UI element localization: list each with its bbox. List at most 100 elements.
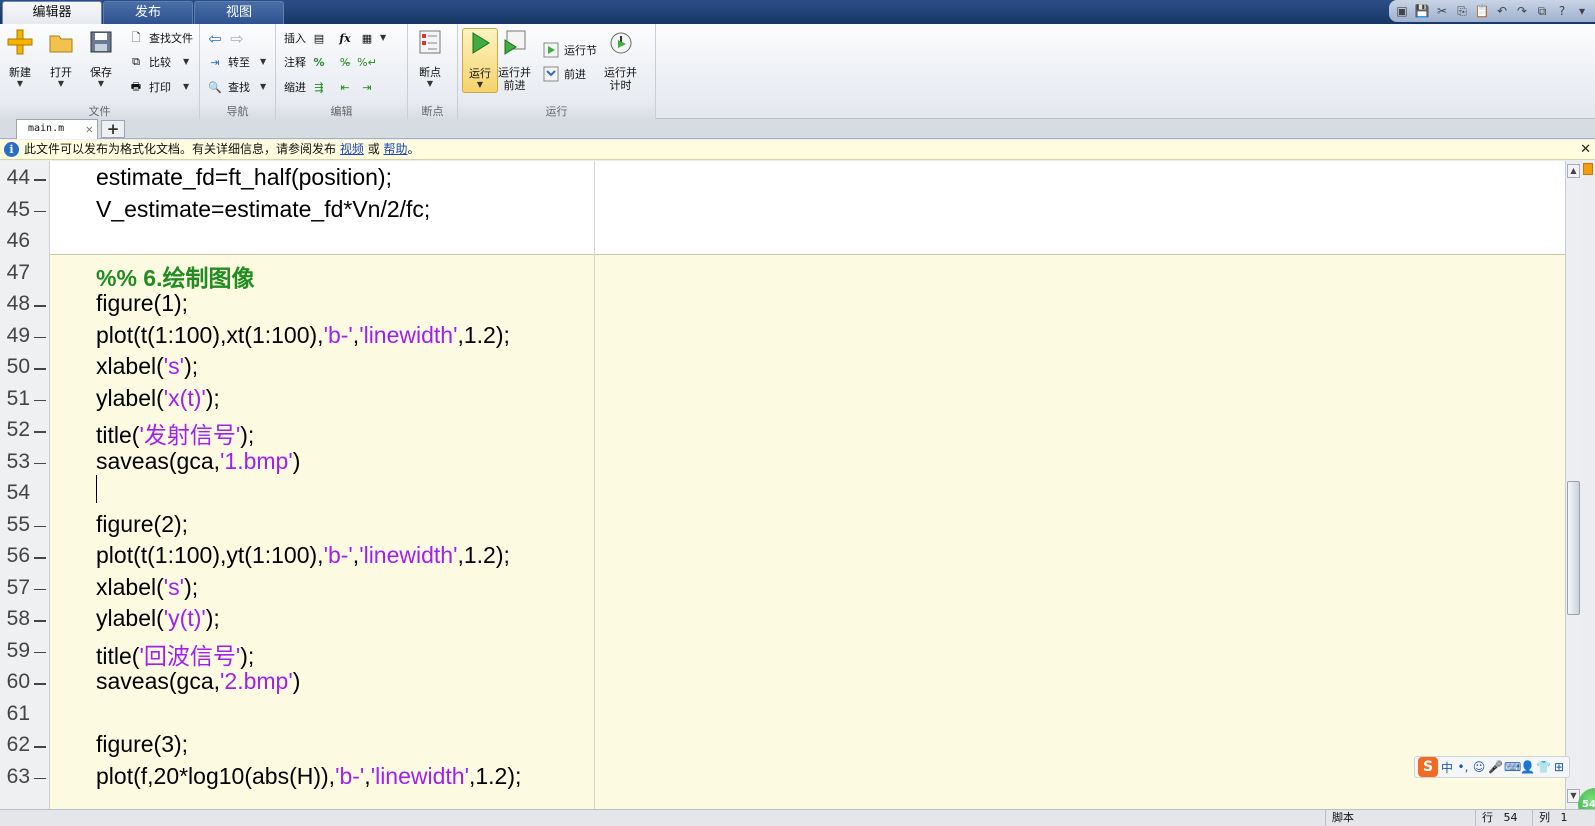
line-number: 49: [6, 323, 30, 347]
run-and-time-button[interactable]: 运行并 计时: [604, 28, 637, 92]
code-line[interactable]: 50 xlabel('s');: [0, 352, 1565, 384]
breakpoints-button[interactable]: 断点 ▼: [416, 28, 444, 89]
scrollbar-thumb[interactable]: [1567, 481, 1580, 615]
indent-button[interactable]: 缩进 ⇶: [284, 77, 328, 97]
paste-icon[interactable]: 📋: [1473, 2, 1491, 20]
wrap-comment-icon[interactable]: %↵: [357, 53, 377, 71]
new-button[interactable]: 新建 ▼: [6, 28, 34, 89]
breakpoint-marker[interactable]: [34, 651, 46, 653]
breakpoint-marker[interactable]: [34, 305, 46, 307]
undo-icon[interactable]: ↶: [1493, 2, 1511, 20]
vertical-scrollbar[interactable]: ▲ ▼: [1565, 161, 1581, 809]
find-files-button[interactable]: 🗋 查找文件: [127, 28, 193, 48]
code-line[interactable]: 59 title('回波信号');: [0, 636, 1565, 669]
redo-icon[interactable]: ↷: [1513, 2, 1531, 20]
layout-icon[interactable]: ▣: [1393, 2, 1411, 20]
help-link[interactable]: 帮助: [384, 142, 408, 156]
breakpoint-marker[interactable]: [34, 683, 46, 685]
scroll-up-arrow-icon[interactable]: ▲: [1567, 164, 1580, 178]
cut-icon[interactable]: ✂: [1433, 2, 1451, 20]
code-analyzer-indicator[interactable]: [1583, 163, 1593, 175]
breakpoint-marker[interactable]: [34, 368, 46, 370]
decrease-indent-icon[interactable]: ⇤: [336, 78, 354, 96]
increase-indent-icon[interactable]: ⇥: [358, 78, 376, 96]
function-browser-icon[interactable]: ▦: [358, 29, 376, 47]
copy-icon[interactable]: ⎘: [1453, 2, 1471, 20]
print-button[interactable]: 🖶 打印 ▼: [127, 77, 189, 97]
code-line[interactable]: 45 V_estimate=estimate_fd*Vn/2/fc;: [0, 195, 1565, 227]
code-line[interactable]: 57 xlabel('s');: [0, 573, 1565, 605]
code-line[interactable]: 51 ylabel('x(t)');: [0, 384, 1565, 416]
code-line[interactable]: 46: [0, 226, 1565, 258]
code-line[interactable]: 52 title('发射信号');: [0, 415, 1565, 448]
breakpoint-marker[interactable]: [34, 620, 46, 622]
forward-arrow-icon[interactable]: ⇨: [228, 29, 246, 48]
string-literal: 'x(t)': [163, 384, 206, 411]
goto-button[interactable]: ⇥ 转至 ▼: [206, 52, 266, 72]
code-line[interactable]: 56 plot(t(1:100),yt(1:100),'b-','linewidt…: [0, 541, 1565, 573]
code-line[interactable]: 49 plot(t(1:100),xt(1:100),'b-','linewidt…: [0, 321, 1565, 353]
breakpoint-marker[interactable]: [34, 588, 46, 590]
code-line[interactable]: 53 saveas(gca,'1.bmp'): [0, 447, 1565, 479]
breakpoint-marker[interactable]: [34, 210, 46, 212]
save-icon[interactable]: 💾: [1413, 2, 1431, 20]
new-tab-button[interactable]: +: [101, 120, 125, 138]
sogou-logo-icon[interactable]: S: [1418, 757, 1438, 777]
code-editor[interactable]: 44 estimate_fd=ft_half(position); 45 V_esti…: [0, 161, 1565, 809]
tab-view[interactable]: 视图: [194, 1, 284, 24]
code-line[interactable]: 62 figure(3);: [0, 730, 1565, 762]
code-line[interactable]: 47 %% 6.绘制图像: [0, 258, 1565, 291]
switch-window-icon[interactable]: ⧉: [1533, 2, 1551, 20]
uncomment-icon[interactable]: %̶: [336, 53, 354, 71]
expand-icon[interactable]: ▾: [1573, 2, 1591, 20]
find-button[interactable]: 🔍 查找 ▼: [206, 77, 266, 97]
fx-button[interactable]: fx ▦ ▼: [336, 28, 386, 48]
ime-user-icon[interactable]: 👤: [1520, 760, 1535, 774]
close-tab-icon[interactable]: ✕: [86, 120, 93, 138]
breakpoint-marker[interactable]: [34, 777, 46, 779]
code-line[interactable]: 44 estimate_fd=ft_half(position);: [0, 163, 1565, 195]
back-forward-buttons[interactable]: ⇦ ⇨: [206, 28, 246, 48]
breakpoint-marker[interactable]: [34, 179, 46, 181]
comment-button[interactable]: 注释%: [284, 52, 328, 72]
breakpoint-marker[interactable]: [34, 525, 46, 527]
comment-tools[interactable]: %̶ %↵: [336, 52, 377, 72]
code-line[interactable]: 48 figure(1);: [0, 289, 1565, 321]
breakpoint-marker[interactable]: [34, 462, 46, 464]
video-link[interactable]: 视频: [340, 142, 364, 156]
insert-button[interactable]: 插入 ▤: [284, 28, 328, 48]
ime-chinese-mode[interactable]: 中: [1440, 759, 1454, 776]
code-line[interactable]: 63 plot(f,20*log10(abs(H)),'b-','linewidt…: [0, 762, 1565, 794]
run-section-button[interactable]: 运行节: [542, 40, 597, 60]
code-line[interactable]: 60 saveas(gca,'2.bmp'): [0, 667, 1565, 699]
open-button[interactable]: 打开 ▼: [47, 28, 75, 89]
compare-button[interactable]: ⧉ 比较 ▼: [127, 52, 189, 72]
code-line[interactable]: 55 figure(2);: [0, 510, 1565, 542]
breakpoint-marker[interactable]: [34, 399, 46, 401]
ime-voice-icon[interactable]: 🎤: [1488, 760, 1503, 774]
help-icon[interactable]: ?: [1553, 2, 1571, 20]
run-button[interactable]: 运行 ▼: [462, 28, 498, 93]
advance-button[interactable]: 前进: [542, 64, 586, 84]
run-and-advance-button[interactable]: 运行并 前进: [498, 28, 531, 92]
save-button[interactable]: 保存 ▼: [87, 28, 115, 89]
breakpoint-marker[interactable]: [34, 336, 46, 338]
tab-editor[interactable]: 编辑器: [2, 1, 102, 24]
file-tab-main[interactable]: main.m ✕: [16, 119, 98, 139]
code-line[interactable]: 61: [0, 699, 1565, 731]
breakpoint-marker[interactable]: [34, 431, 46, 433]
back-arrow-icon[interactable]: ⇦: [206, 29, 224, 48]
code-line[interactable]: 54: [0, 478, 1565, 510]
close-infobar-icon[interactable]: ✕: [1580, 140, 1591, 159]
breakpoint-marker[interactable]: [34, 557, 46, 559]
ime-keyboard-icon[interactable]: ⌨: [1504, 760, 1521, 774]
breakpoint-marker[interactable]: [34, 746, 46, 748]
tab-publish[interactable]: 发布: [103, 1, 193, 24]
ime-skin-icon[interactable]: 👕: [1536, 760, 1551, 774]
code-line[interactable]: 58 ylabel('y(t)');: [0, 604, 1565, 636]
ime-toolbox-icon[interactable]: ⊞: [1552, 760, 1566, 774]
ime-punctuation-icon[interactable]: •,: [1456, 760, 1470, 774]
line-number: 46: [6, 229, 30, 252]
ime-emoji-icon[interactable]: ☺: [1472, 760, 1486, 774]
indent-tools[interactable]: ⇤ ⇥: [336, 77, 376, 97]
